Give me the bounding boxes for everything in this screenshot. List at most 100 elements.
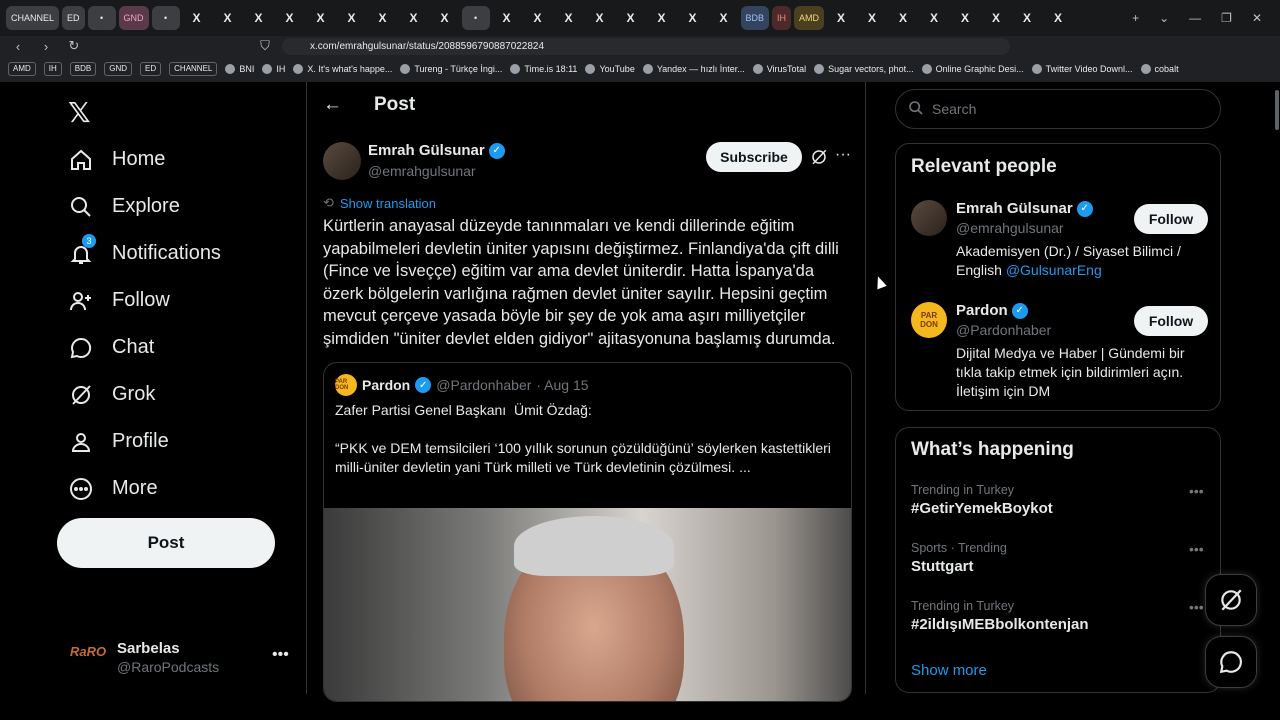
browser-tab[interactable]: X [1013, 6, 1041, 30]
bookmark-item[interactable]: GND [104, 62, 133, 76]
browser-tab[interactable]: GND [118, 6, 149, 30]
quote-image[interactable] [324, 508, 851, 701]
account-more-icon[interactable]: ••• [272, 646, 289, 664]
browser-tab[interactable]: X [679, 6, 707, 30]
bookmark-item[interactable]: CHANNEL [169, 62, 218, 76]
nav-item-profile[interactable]: Profile [68, 418, 221, 465]
grok-explain-icon[interactable] [810, 148, 828, 171]
bookmark-item[interactable]: ED [140, 62, 162, 76]
nav-item-grok[interactable]: Grok [68, 371, 221, 418]
restore-button[interactable]: ❐ [1221, 11, 1232, 25]
post-button[interactable]: Post [57, 518, 275, 568]
page-scrollbar[interactable] [1275, 90, 1279, 130]
show-translation-link[interactable]: ⟲ Show translation [323, 195, 436, 211]
close-window-button[interactable]: ✕ [1252, 11, 1262, 25]
browser-tab[interactable]: X [183, 6, 211, 30]
trend-more-icon[interactable]: ••• [1189, 599, 1204, 615]
relevant-person[interactable]: Emrah Gülsunar ✓ @emrahgulsunar Akademis… [911, 200, 1211, 280]
browser-tab[interactable]: ED [62, 6, 85, 30]
bookmark-item[interactable]: IH [43, 62, 62, 76]
x-logo-icon[interactable]: 𝕏 [68, 96, 91, 129]
browser-tab[interactable]: X [276, 6, 304, 30]
browser-tab[interactable]: BDB [740, 6, 770, 30]
browser-tab[interactable]: X [245, 6, 273, 30]
browser-tab[interactable]: X [431, 6, 459, 30]
bookmark-item[interactable]: BNI [225, 64, 254, 74]
tweet-more-icon[interactable]: ··· [835, 146, 851, 164]
nav-item-explore[interactable]: Explore [68, 183, 221, 230]
nav-item-chat[interactable]: Chat [68, 324, 221, 371]
tab-list-chevron-icon[interactable]: ⌄ [1159, 11, 1169, 25]
browser-tab[interactable]: X [889, 6, 917, 30]
nav-item-more[interactable]: More [68, 465, 221, 512]
show-more-link[interactable]: Show more [911, 662, 987, 679]
trend-more-icon[interactable]: ••• [1189, 483, 1204, 499]
bookmark-item[interactable]: YouTube [585, 64, 635, 74]
browser-tab[interactable]: • [461, 6, 490, 30]
messages-fab-button[interactable] [1205, 636, 1257, 688]
browser-tab[interactable]: X [920, 6, 948, 30]
browser-tab[interactable]: X [827, 6, 855, 30]
browser-tab[interactable]: CHANNEL [6, 6, 60, 30]
bookmark-item[interactable]: Yandex — hızlı İnter... [642, 64, 745, 74]
trend-more-icon[interactable]: ••• [1189, 541, 1204, 557]
browser-tab[interactable]: X [524, 6, 552, 30]
forward-button[interactable]: › [36, 39, 56, 54]
browser-tab[interactable]: AMD [794, 6, 825, 30]
browser-tab[interactable]: X [710, 6, 738, 30]
author-handle[interactable]: @emrahgulsunar [368, 163, 476, 179]
browser-tab[interactable]: X [951, 6, 979, 30]
search-input[interactable] [932, 101, 1212, 117]
trend-item[interactable]: Trending in Turkey #GetirYemekBoykot ••• [911, 483, 1211, 517]
nav-item-home[interactable]: Home [68, 136, 221, 183]
author-name-link[interactable]: Emrah Gülsunar ✓ [368, 142, 505, 159]
bookmark-item[interactable]: IH [262, 64, 285, 74]
bookmark-item[interactable]: Tureng - Türkçe İngi... [400, 64, 502, 74]
browser-tab[interactable]: X [400, 6, 428, 30]
bookmark-item[interactable]: Time.is 18:11 [510, 64, 577, 74]
browser-tab[interactable]: X [214, 6, 242, 30]
back-button[interactable]: ‹ [8, 39, 28, 54]
browser-tab[interactable]: X [586, 6, 614, 30]
bookmark-item[interactable]: VirusTotal [752, 64, 806, 74]
browser-tab[interactable]: X [338, 6, 366, 30]
trend-item[interactable]: Sports · Trending Stuttgart ••• [911, 541, 1211, 575]
browser-tab[interactable]: • [87, 6, 116, 30]
browser-tab[interactable]: IH [772, 6, 792, 30]
bookmark-item[interactable]: BDB [69, 62, 97, 76]
bookmark-item[interactable]: AMD [8, 62, 36, 76]
browser-tab[interactable]: • [151, 6, 180, 30]
back-arrow-icon[interactable]: ← [323, 94, 342, 116]
bookmark-item[interactable]: X. It's what's happe... [293, 64, 392, 74]
bookmark-item[interactable]: cobalt [1140, 64, 1179, 74]
bookmark-icon[interactable]: ⛉ [255, 38, 275, 54]
search-box[interactable] [895, 89, 1221, 129]
browser-tab[interactable]: X [555, 6, 583, 30]
new-tab-button[interactable]: + [1132, 11, 1139, 25]
url-field[interactable]: x.com/emrahgulsunar/status/2088596790887… [282, 38, 1010, 55]
author-avatar[interactable] [323, 142, 361, 180]
follow-button[interactable]: Follow [1134, 306, 1208, 336]
relevant-person[interactable]: PAR DON Pardon ✓ @Pardonhaber Dijital Me… [911, 302, 1211, 402]
browser-tab[interactable]: X [1044, 6, 1072, 30]
reload-button[interactable]: ↻ [64, 38, 84, 54]
bookmark-item[interactable]: Online Graphic Desi... [921, 64, 1024, 74]
browser-tab[interactable]: X [493, 6, 521, 30]
minimize-button[interactable]: — [1189, 11, 1201, 25]
quoted-tweet[interactable]: PAR DON Pardon ✓ @Pardonhaber · Aug 15 Z… [323, 362, 852, 702]
browser-tab[interactable]: X [369, 6, 397, 30]
trend-item[interactable]: Trending in Turkey #2ildışıMEBbolkontenj… [911, 599, 1211, 633]
bookmark-item[interactable]: Sugar vectors, phot... [814, 64, 914, 74]
browser-tab[interactable]: X [307, 6, 335, 30]
subscribe-button[interactable]: Subscribe [706, 142, 802, 172]
follow-button[interactable]: Follow [1134, 204, 1208, 234]
browser-tab[interactable]: X [858, 6, 886, 30]
nav-item-follow[interactable]: Follow [68, 277, 221, 324]
nav-item-notifications[interactable]: 3 Notifications [68, 230, 221, 277]
browser-tab[interactable]: X [648, 6, 676, 30]
account-switcher[interactable]: RaRO Sarbelas @RaroPodcasts ••• [70, 638, 290, 678]
browser-tab[interactable]: X [617, 6, 645, 30]
browser-tab[interactable]: X [982, 6, 1010, 30]
grok-fab-button[interactable] [1205, 574, 1257, 626]
bookmark-item[interactable]: Twitter Video Downl... [1031, 64, 1133, 74]
